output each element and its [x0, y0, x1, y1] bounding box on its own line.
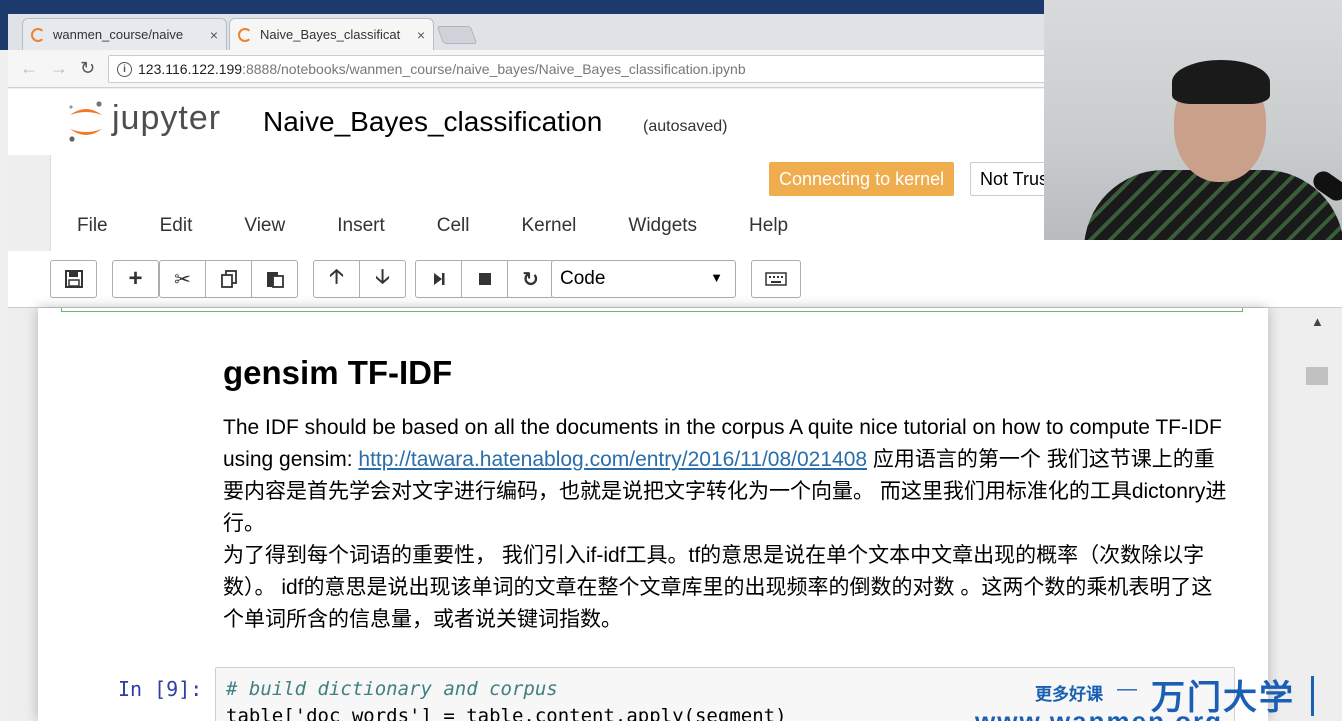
menu-widgets[interactable]: Widgets [602, 215, 723, 237]
url-input[interactable]: i 123.116.122.199 :8888/notebooks/wanmen… [108, 55, 1048, 83]
stop-icon [478, 273, 491, 285]
insert-cell-button[interactable]: + [112, 260, 159, 298]
move-up-button[interactable]: 🡡 [313, 260, 360, 298]
url-host: 123.116.122.199 [138, 61, 243, 77]
watermark-url: www.wanmen.org [975, 706, 1224, 721]
dropdown-arrow-icon: ▼ [710, 270, 723, 285]
browser-tab-naive-bayes[interactable]: Naive_Bayes_classificat × [229, 18, 434, 50]
vertical-scrollbar[interactable]: ▲ [1298, 308, 1342, 721]
arrow-up-icon: 🡡 [329, 266, 344, 288]
scrollbar-thumb[interactable] [1306, 367, 1328, 385]
save-group [50, 260, 97, 298]
new-tab-button[interactable] [436, 26, 478, 44]
browser-tab-wanmen-course[interactable]: wanmen_course/naive × [22, 18, 227, 50]
save-icon [64, 270, 83, 288]
menu-cell[interactable]: Cell [411, 215, 496, 237]
code-line: table['doc_words'] = table.content.apply… [226, 705, 787, 721]
menu-bar: File Edit View Insert Cell Kernel Widget… [51, 215, 814, 237]
restart-button[interactable]: ↻ [507, 260, 554, 298]
watermark-dash: — [1117, 678, 1137, 700]
keyboard-icon [765, 272, 787, 286]
save-button[interactable] [50, 260, 97, 298]
jupyter-logo-text[interactable]: jupyter [112, 99, 221, 138]
menu-insert[interactable]: Insert [311, 215, 411, 237]
move-group: 🡡 🡣 [313, 260, 406, 298]
scroll-up-arrow-icon[interactable]: ▲ [1311, 314, 1324, 329]
markdown-cell-body[interactable]: The IDF should be based on all the docum… [223, 412, 1233, 636]
forward-arrow-icon[interactable]: → [50, 58, 68, 79]
run-group: ↻ [415, 260, 554, 298]
scissors-icon: ✂ [174, 268, 191, 291]
presenter-hair [1172, 60, 1270, 104]
close-tab-icon[interactable]: × [417, 27, 425, 43]
autosave-status: (autosaved) [643, 118, 728, 135]
move-down-button[interactable]: 🡣 [359, 260, 406, 298]
tutorial-link[interactable]: http://tawara.hatenablog.com/entry/2016/… [358, 448, 867, 471]
tab-title: wanmen_course/naive [53, 27, 184, 42]
url-path: :8888/notebooks/wanmen_course/naive_baye… [242, 61, 746, 77]
address-bar: ← → ↻ i 123.116.122.199 :8888/notebooks/… [8, 50, 1048, 88]
kernel-status-indicator: Connecting to kernel [769, 162, 955, 196]
paragraph-2: 为了得到每个词语的重要性， 我们引入if-idf工具。tf的意思是说在单个文本中… [223, 544, 1213, 631]
paste-button[interactable] [251, 260, 298, 298]
previous-cell-edge [61, 308, 1243, 312]
paste-icon [266, 272, 284, 288]
reload-icon[interactable]: ↻ [80, 58, 95, 79]
notebook-title[interactable]: Naive_Bayes_classification [263, 106, 602, 138]
cut-button[interactable]: ✂ [159, 260, 206, 298]
restart-icon: ↻ [522, 268, 539, 291]
interrupt-button[interactable] [461, 260, 508, 298]
clipboard-group: ✂ [159, 260, 298, 298]
cell-type-value: Code [560, 268, 606, 289]
plus-icon: + [128, 265, 143, 292]
menu-view[interactable]: View [218, 215, 311, 237]
command-palette-button[interactable] [751, 260, 801, 298]
watermark-bar [1311, 676, 1314, 716]
insert-group: + [112, 260, 159, 298]
copy-button[interactable] [205, 260, 252, 298]
wanmen-watermark: 更多好课 — 万门大学 www.wanmen.org [975, 668, 1342, 721]
markdown-heading: gensim TF-IDF [223, 354, 453, 391]
arrow-down-icon: 🡣 [375, 266, 390, 288]
menu-edit[interactable]: Edit [134, 215, 219, 237]
copy-icon [220, 270, 237, 288]
menu-help[interactable]: Help [723, 215, 814, 237]
webcam-overlay [1044, 0, 1342, 240]
cell-type-select[interactable]: Code ▼ [551, 260, 736, 298]
close-tab-icon[interactable]: × [210, 27, 218, 43]
jupyter-logo-icon[interactable] [66, 99, 106, 143]
input-prompt: In [9]: [118, 677, 203, 701]
step-forward-icon [433, 273, 444, 285]
notebook-toolbar: + ✂ 🡡 🡣 ↻ Code ▼ [8, 251, 1342, 308]
tab-title: Naive_Bayes_classificat [260, 27, 401, 42]
run-button[interactable] [415, 260, 462, 298]
keyboard-group [751, 260, 801, 298]
watermark-more-courses: 更多好课 [1035, 685, 1103, 704]
code-comment: # build dictionary and corpus [226, 678, 558, 700]
jupyter-favicon-icon [31, 27, 45, 42]
back-arrow-icon[interactable]: ← [20, 58, 38, 79]
menu-file[interactable]: File [51, 215, 134, 237]
info-icon[interactable]: i [117, 61, 132, 77]
notebook-container: gensim TF-IDF The IDF should be based on… [38, 308, 1268, 721]
menu-kernel[interactable]: Kernel [495, 215, 602, 237]
jupyter-favicon-icon [238, 27, 252, 42]
